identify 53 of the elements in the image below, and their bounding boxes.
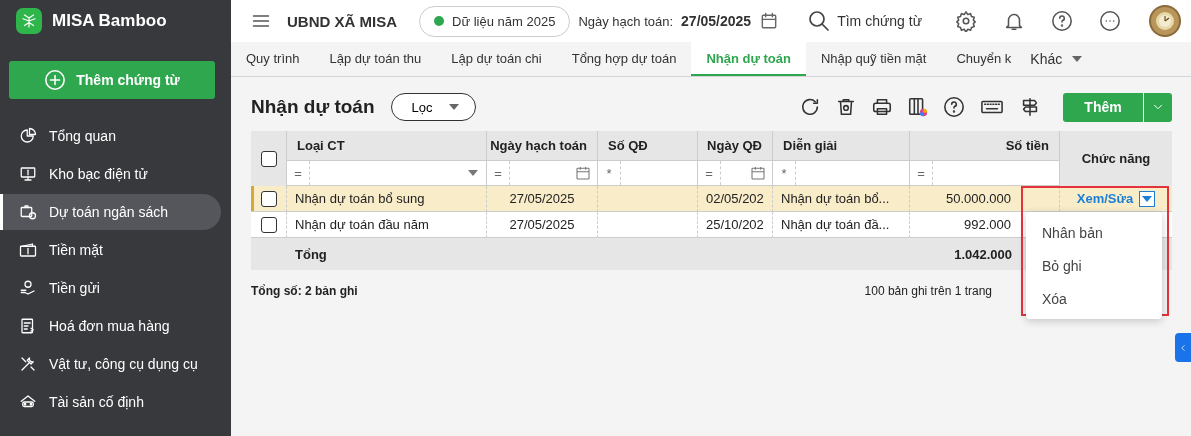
sidebar-item[interactable]: Dự toán ngân sách: [0, 194, 221, 230]
sidebar-item[interactable]: Tài sản cố định: [0, 384, 221, 420]
filter-field[interactable]: *: [598, 160, 698, 186]
sidebar-item[interactable]: Hoá đơn mua hàng: [0, 308, 221, 344]
menu-item[interactable]: Bỏ ghi: [1026, 249, 1162, 282]
posting-date: 27/05/2025: [681, 13, 752, 29]
view-edit-link[interactable]: Xem/Sửa: [1076, 191, 1134, 206]
column-header: Số tiền: [910, 131, 1060, 160]
total-amount: 1.042.000: [954, 246, 1012, 262]
column-header: Ngày hạch toán: [487, 131, 598, 160]
tab[interactable]: Tổng hợp dự toán: [556, 42, 692, 76]
page-size-text: 100 bản ghi trên 1 trang: [864, 284, 992, 298]
filter-field[interactable]: =: [698, 160, 773, 186]
menu-item[interactable]: Xóa: [1026, 282, 1162, 315]
app-name: MISA Bamboo: [52, 11, 167, 31]
column-header: Số QĐ: [598, 131, 698, 160]
table-cell: 02/05/202: [706, 191, 764, 206]
tab[interactable]: Quy trình: [231, 42, 315, 76]
filter-dropdown[interactable]: Lọc: [390, 93, 476, 121]
sidebar-item[interactable]: Tiền gửi: [0, 270, 221, 306]
table-cell: 27/05/2025: [509, 191, 575, 206]
table-cell: Nhận dự toán đầu năm: [295, 217, 429, 232]
date-label: Ngày hạch toán:: [578, 13, 674, 29]
page-title: Nhận dự toán: [251, 96, 375, 118]
sidebar-item[interactable]: Kho bạc điện tử: [0, 156, 221, 192]
column-header: Chức năng: [1060, 131, 1172, 186]
tab[interactable]: Lập dự toán thu: [314, 42, 437, 76]
table-cell: Nhận dự toán bổ...: [781, 191, 890, 206]
search-button[interactable]: Tìm chứng từ: [807, 9, 923, 33]
record-count: Tổng số: 2 bản ghi: [251, 284, 358, 298]
filter-field[interactable]: =: [487, 160, 598, 186]
sidebar-item[interactable]: Tổng quan: [0, 118, 221, 154]
sidebar-item[interactable]: Tiền mặt: [0, 232, 221, 268]
table-cell: 27/05/2025: [509, 217, 575, 232]
column-header: Loại CT: [287, 131, 487, 160]
column-header: Ngày QĐ: [698, 131, 773, 160]
organization-name: UBND XÃ MISA: [287, 12, 397, 30]
filter-field[interactable]: *: [773, 160, 910, 186]
table-cell: Nhận dự toán đầ...: [781, 217, 890, 232]
filter-field[interactable]: =: [910, 160, 1060, 186]
sidebar-item[interactable]: Vật tư, công cụ dụng cụ: [0, 346, 221, 382]
table-cell: Nhận dự toán bổ sung: [295, 191, 425, 206]
filter-field[interactable]: =: [287, 160, 487, 186]
table-cell: 992.000: [964, 217, 1011, 232]
table-cell: 25/10/202: [706, 217, 764, 232]
column-header: Diễn giải: [773, 131, 910, 160]
total-label: Tổng: [295, 246, 327, 262]
table-row[interactable]: Nhận dự toán bổ sung 27/05/2025 02/05/202 Nhận dự toán bổ... 50.000.000 Xem/Sửa: [251, 186, 1172, 212]
tab[interactable]: Lập dự toán chi: [436, 42, 557, 76]
table-cell: 50.000.000: [945, 191, 1011, 206]
more-tab[interactable]: Khác: [1026, 42, 1087, 76]
tab[interactable]: Chuyển k: [941, 42, 1027, 76]
tab[interactable]: Nhập quỹ tiền mặt: [805, 42, 942, 76]
